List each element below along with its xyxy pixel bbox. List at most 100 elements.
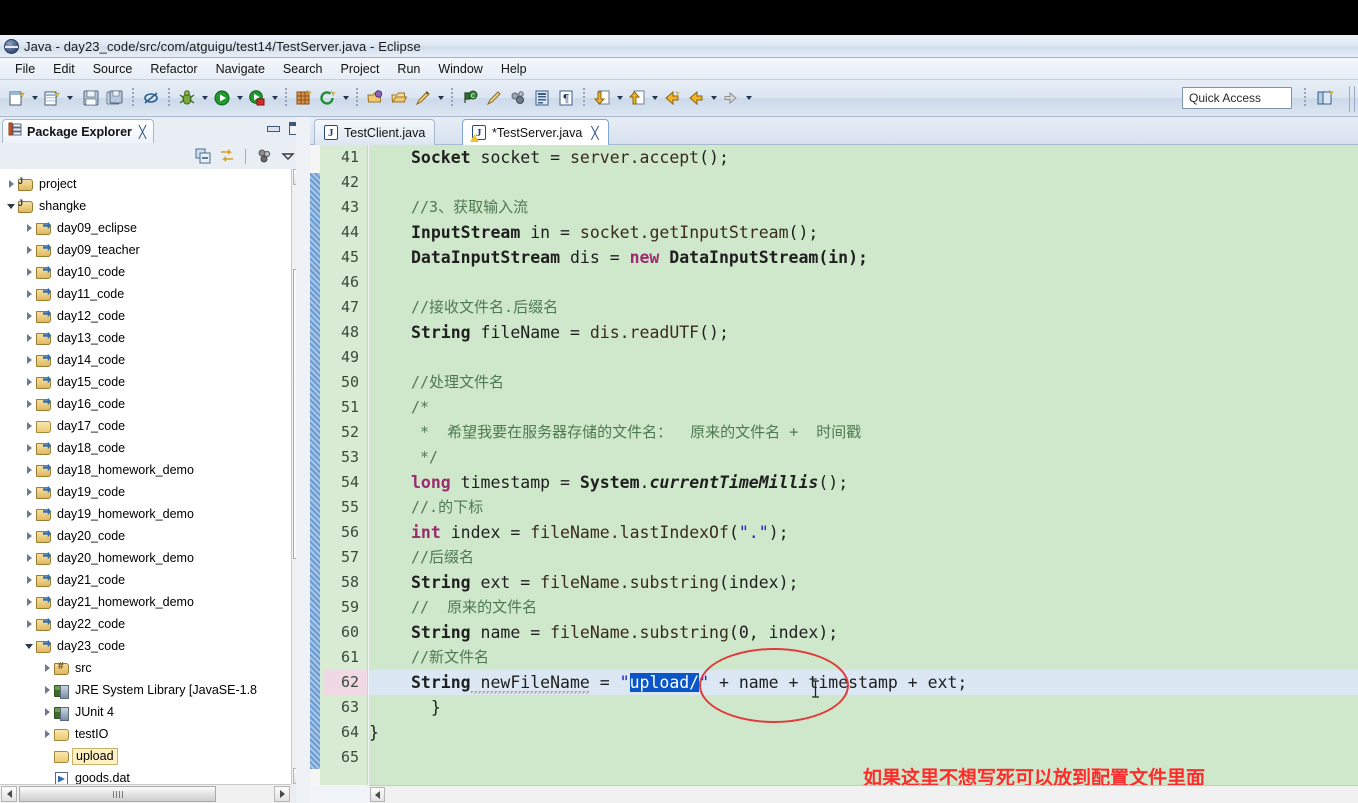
- new-wizard-dropdown-icon[interactable]: [29, 86, 40, 110]
- chevron-right-icon[interactable]: [22, 419, 36, 433]
- menu-source[interactable]: Source: [84, 60, 142, 78]
- save-icon[interactable]: [79, 86, 103, 110]
- previous-annotation-icon[interactable]: [625, 86, 649, 110]
- tree-item-day10-code[interactable]: day10_code: [0, 261, 288, 283]
- package-explorer-horizontal-scrollbar[interactable]: [0, 784, 291, 803]
- back-icon[interactable]: [684, 86, 708, 110]
- tree-item-day20-code[interactable]: day20_code: [0, 525, 288, 547]
- menu-edit[interactable]: Edit: [44, 60, 84, 78]
- chevron-right-icon[interactable]: [22, 463, 36, 477]
- chevron-right-icon[interactable]: [22, 617, 36, 631]
- run-icon[interactable]: [210, 86, 234, 110]
- new-wizard-icon[interactable]: [5, 86, 29, 110]
- run-coverage-dropdown-icon[interactable]: [269, 86, 280, 110]
- chevron-right-icon[interactable]: [22, 573, 36, 587]
- chevron-right-icon[interactable]: [40, 661, 54, 675]
- next-annotation-dropdown-icon[interactable]: [614, 86, 625, 110]
- tree-item-day12-code[interactable]: day12_code: [0, 305, 288, 327]
- edit-dropdown-icon[interactable]: [435, 86, 446, 110]
- chevron-right-icon[interactable]: [40, 683, 54, 697]
- edit-icon[interactable]: [411, 86, 435, 110]
- chevron-right-icon[interactable]: [22, 595, 36, 609]
- show-whitespace-icon[interactable]: ¶: [554, 86, 578, 110]
- package-explorer-tree[interactable]: project shangke day09_eclipse day09_teacher…: [0, 169, 308, 784]
- tree-item-junit-4[interactable]: JUnit 4: [0, 701, 288, 723]
- tree-item-day15-code[interactable]: day15_code: [0, 371, 288, 393]
- panel-sash[interactable]: [296, 117, 310, 803]
- tree-item-day16-code[interactable]: day16_code: [0, 393, 288, 415]
- toggle-block-selection-icon[interactable]: [530, 86, 554, 110]
- menu-window[interactable]: Window: [429, 60, 491, 78]
- menu-search[interactable]: Search: [274, 60, 332, 78]
- tab-testclient-java[interactable]: TestClient.java: [314, 119, 436, 145]
- tree-item-shangke[interactable]: shangke: [0, 195, 288, 217]
- tree-item-testio[interactable]: testIO: [0, 723, 288, 745]
- tree-item-day13-code[interactable]: day13_code: [0, 327, 288, 349]
- chevron-right-icon[interactable]: [22, 309, 36, 323]
- save-all-icon[interactable]: [103, 86, 127, 110]
- tree-item-project[interactable]: project: [0, 173, 288, 195]
- open-folder-icon[interactable]: [387, 86, 411, 110]
- tree-item-src[interactable]: src: [0, 657, 288, 679]
- tree-item-upload[interactable]: upload: [0, 745, 288, 767]
- tree-item-day11-code[interactable]: day11_code: [0, 283, 288, 305]
- quick-access-input[interactable]: Quick Access: [1182, 87, 1292, 109]
- forward-icon[interactable]: [719, 86, 743, 110]
- tree-item-day18-homework-demo[interactable]: day18_homework_demo: [0, 459, 288, 481]
- chevron-right-icon[interactable]: [40, 727, 54, 741]
- chevron-right-icon[interactable]: [22, 353, 36, 367]
- editor-code-view[interactable]: Socket socket = server.accept(); //3、获取输…: [369, 145, 1358, 785]
- mark-occurrences-icon[interactable]: [482, 86, 506, 110]
- open-perspective-icon[interactable]: [1316, 88, 1338, 110]
- chevron-right-icon[interactable]: [22, 287, 36, 301]
- tree-item-day14-code[interactable]: day14_code: [0, 349, 288, 371]
- menu-run[interactable]: Run: [388, 60, 429, 78]
- menu-refactor[interactable]: Refactor: [141, 60, 206, 78]
- tree-item-day09-eclipse[interactable]: day09_eclipse: [0, 217, 288, 239]
- run-dropdown-icon[interactable]: [234, 86, 245, 110]
- menu-help[interactable]: Help: [492, 60, 536, 78]
- menu-project[interactable]: Project: [332, 60, 389, 78]
- scroll-left-icon[interactable]: [370, 787, 385, 802]
- previous-annotation-dropdown-icon[interactable]: [649, 86, 660, 110]
- tree-item-day21-homework-demo[interactable]: day21_homework_demo: [0, 591, 288, 613]
- tree-item-day19-code[interactable]: day19_code: [0, 481, 288, 503]
- tree-item-goods-dat[interactable]: goods.dat: [0, 767, 288, 784]
- back-dropdown-icon[interactable]: [708, 86, 719, 110]
- forward-dropdown-icon[interactable]: [743, 86, 754, 110]
- chevron-right-icon[interactable]: [22, 551, 36, 565]
- chevron-right-icon[interactable]: [40, 705, 54, 719]
- tree-item-day17-code[interactable]: day17_code: [0, 415, 288, 437]
- menu-file[interactable]: File: [6, 60, 44, 78]
- collapse-all-icon[interactable]: [193, 146, 213, 166]
- new-java-class-icon[interactable]: [40, 86, 64, 110]
- tab-testserver-java[interactable]: *TestServer.java ╳: [462, 119, 609, 145]
- next-annotation-icon[interactable]: [590, 86, 614, 110]
- tree-item-day18-code[interactable]: day18_code: [0, 437, 288, 459]
- tab-package-explorer[interactable]: Package Explorer ╳: [2, 119, 155, 143]
- minimize-icon[interactable]: [266, 122, 280, 135]
- chevron-right-icon[interactable]: [22, 529, 36, 543]
- tree-item-day09-teacher[interactable]: day09_teacher: [0, 239, 288, 261]
- chevron-right-icon[interactable]: [4, 177, 18, 191]
- chevron-right-icon[interactable]: [22, 243, 36, 257]
- search-icon[interactable]: C: [458, 86, 482, 110]
- debug-icon[interactable]: [175, 86, 199, 110]
- menu-navigate[interactable]: Navigate: [207, 60, 274, 78]
- link-with-editor-icon[interactable]: [217, 146, 237, 166]
- chevron-down-icon[interactable]: [22, 639, 36, 653]
- hscrollbar-thumb[interactable]: [19, 786, 216, 802]
- link-icon[interactable]: [506, 86, 530, 110]
- tree-item-day21-code[interactable]: day21_code: [0, 569, 288, 591]
- chevron-right-icon[interactable]: [22, 485, 36, 499]
- close-icon[interactable]: ╳: [591, 126, 598, 140]
- new-package-icon[interactable]: [292, 86, 316, 110]
- last-edit-location-icon[interactable]: [660, 86, 684, 110]
- scroll-right-icon[interactable]: [274, 786, 290, 802]
- editor-horizontal-scrollbar[interactable]: [369, 785, 1358, 803]
- chevron-right-icon[interactable]: [22, 265, 36, 279]
- tree-item-day19-homework-demo[interactable]: day19_homework_demo: [0, 503, 288, 525]
- tree-item-day23-code[interactable]: day23_code: [0, 635, 288, 657]
- scroll-left-icon[interactable]: [1, 786, 17, 802]
- open-task-icon[interactable]: [363, 86, 387, 110]
